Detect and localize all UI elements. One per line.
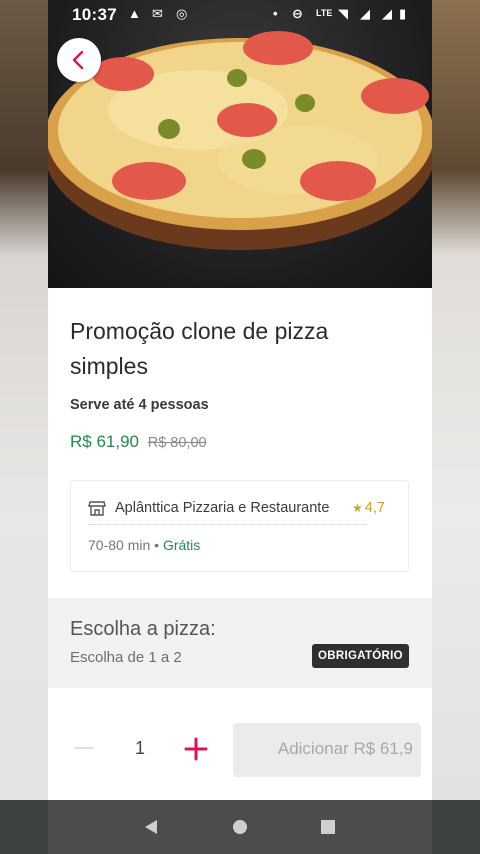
store-icon [88, 501, 106, 516]
increase-quantity-button[interactable] [183, 736, 209, 762]
current-price: R$ 61,90 [70, 432, 139, 451]
product-serves: Serve até 4 pessoas [70, 397, 209, 413]
battery-icon: ▮ [399, 6, 407, 21]
cart-bar: 1 Adicionar R$ 61,9 [48, 700, 432, 800]
blurred-background-right [432, 0, 480, 854]
sync-icon: ◎ [176, 6, 188, 21]
do-not-disturb-icon: ⊖ [292, 6, 303, 21]
section-subtitle: Escolha de 1 a 2 [70, 649, 182, 666]
home-nav-icon[interactable] [231, 818, 249, 836]
delivery-info: 70-80 min • Grátis [88, 537, 200, 553]
product-title: Promoção clone de pizza simples [70, 318, 329, 379]
rating-value: 4,7 [364, 500, 385, 516]
quantity-value: 1 [135, 738, 146, 758]
app-screen: 10:37 ▲ ✉ ◎ • ⊖ LTE ◥ ◢ ◢ ▮ Promoção clo… [48, 0, 432, 854]
product-image [48, 0, 432, 288]
chevron-left-icon [72, 50, 84, 70]
signal-icon: ◢ [360, 6, 370, 21]
back-nav-icon[interactable] [142, 818, 160, 836]
warning-icon: ▲ [128, 6, 141, 21]
blurred-background-left [0, 0, 48, 854]
section-title: Escolha a pizza: [70, 618, 216, 640]
delivery-fee: Grátis [162, 537, 201, 553]
status-bar: 10:37 ▲ ✉ ◎ • ⊖ LTE ◥ ◢ ◢ ▮ [48, 0, 432, 30]
price-row: R$ 61,90 R$ 80,00 [70, 432, 207, 452]
store-rating: ★ 4,7 [352, 500, 385, 516]
original-price: R$ 80,00 [147, 435, 207, 451]
star-icon: ★ [352, 501, 363, 515]
back-button[interactable] [57, 38, 101, 82]
notification-icon: ✉ [152, 6, 163, 21]
options-section-header: Escolha a pizza: Escolha de 1 a 2 OBRIGA… [48, 598, 432, 688]
store-name: Aplânttica Pizzaria e Restaurante [115, 500, 330, 516]
add-to-cart-label: Adicionar R$ 61,9 [277, 739, 413, 758]
delivery-time: 70-80 min [88, 537, 151, 553]
add-to-cart-button[interactable]: Adicionar R$ 61,9 [233, 723, 421, 777]
recents-nav-icon[interactable] [319, 818, 337, 836]
wifi-icon: ◥ [338, 6, 348, 21]
signal-icon-2: ◢ [382, 6, 392, 21]
status-time: 10:37 [72, 5, 117, 24]
required-badge: OBRIGATÓRIO [312, 644, 409, 668]
divider [88, 524, 368, 525]
volte-icon: LTE [316, 8, 333, 18]
delivery-separator: • [154, 537, 160, 553]
android-navigation-bar [48, 800, 432, 854]
dot-icon: • [273, 6, 278, 21]
decrease-quantity-button[interactable] [74, 747, 94, 749]
store-card[interactable]: Aplânttica Pizzaria e Restaurante ★ 4,7 7… [70, 480, 409, 572]
